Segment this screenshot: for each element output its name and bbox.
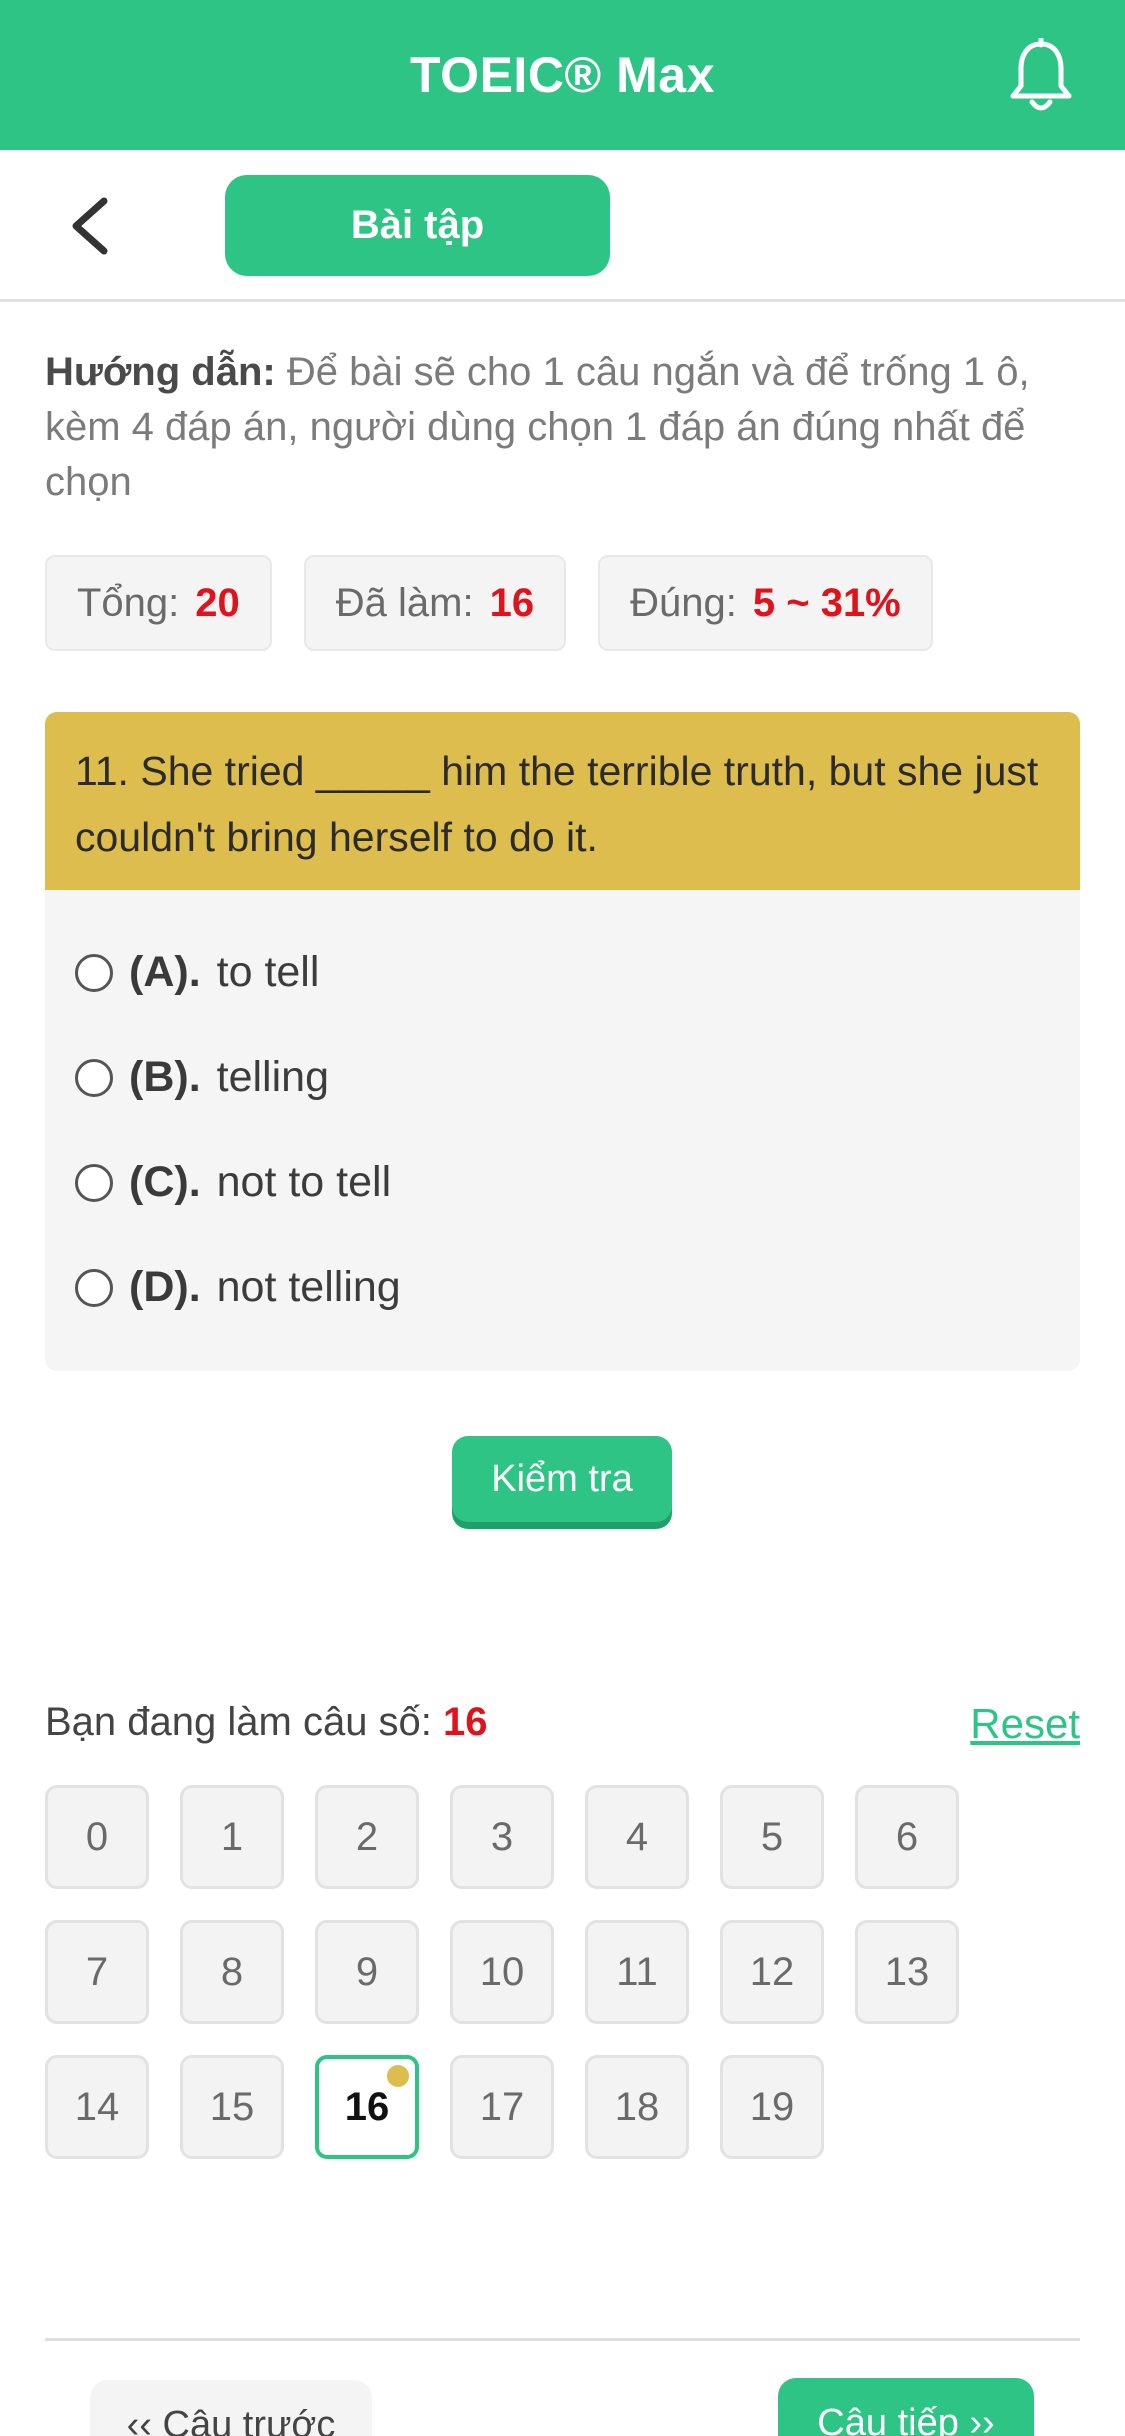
option-c[interactable]: (C). not to tell: [45, 1130, 1080, 1235]
stat-done: Đã làm: 16: [303, 555, 567, 651]
question-number: 13: [884, 1949, 930, 1994]
question-grid: 0 1 2 3 4 5 6 7 8 9 10 11 12 13 14 15 16 17 18 19: [45, 1785, 1045, 2159]
reset-link[interactable]: Reset: [970, 1700, 1080, 1748]
question-number-button[interactable]: 13: [855, 1920, 959, 2024]
question-number: 14: [74, 2084, 120, 2129]
radio-button[interactable]: [75, 1268, 113, 1307]
question-number-button[interactable]: 10: [450, 1920, 554, 2024]
question-number: 6: [895, 1814, 919, 1859]
question-number-button[interactable]: 7: [45, 1920, 149, 2024]
stat-done-label: Đã làm:: [335, 580, 474, 625]
question-number-button[interactable]: 14: [45, 2055, 149, 2159]
question-number: 8: [220, 1949, 244, 1994]
question-number: 16: [344, 2084, 390, 2129]
option-key: (A).: [129, 948, 201, 996]
question-number-button[interactable]: 9: [315, 1920, 419, 2024]
option-a[interactable]: (A). to tell: [45, 920, 1080, 1025]
question-number-button[interactable]: 6: [855, 1785, 959, 1889]
question-number-button[interactable]: 1: [180, 1785, 284, 1889]
stat-done-value: 16: [489, 580, 535, 625]
app-header: TOEIC® Max: [0, 0, 1125, 150]
question-number: 4: [625, 1814, 649, 1859]
check-button[interactable]: Kiểm tra: [452, 1436, 672, 1522]
question-number: 0: [85, 1814, 109, 1859]
option-text: to tell: [216, 948, 320, 996]
app-title: TOEIC® Max: [410, 47, 715, 103]
question-number: 3: [490, 1814, 514, 1859]
exercise-tab-button[interactable]: Bài tập: [225, 175, 610, 276]
question-number: 1: [220, 1814, 244, 1859]
current-indicator-dot: [387, 2065, 409, 2087]
question-number: 9: [355, 1949, 379, 1994]
question-number-button[interactable]: 11: [585, 1920, 689, 2024]
question-number-button[interactable]: 0: [45, 1785, 149, 1889]
option-key: (C).: [129, 1158, 201, 1206]
next-question-button[interactable]: Câu tiếp ››: [778, 2378, 1034, 2436]
question-number: 10: [479, 1949, 525, 1994]
question-number-button[interactable]: 3: [450, 1785, 554, 1889]
radio-button[interactable]: [75, 1058, 113, 1097]
question-number: 15: [209, 2084, 255, 2129]
stat-total: Tổng: 20: [45, 555, 272, 651]
divider: [45, 2338, 1080, 2341]
stat-total-label: Tổng:: [77, 580, 180, 625]
option-d[interactable]: (D). not telling: [45, 1235, 1080, 1340]
question-number: 11: [616, 1949, 658, 1994]
option-key: (D).: [129, 1263, 201, 1311]
stat-correct-label: Đúng:: [630, 580, 737, 625]
stat-correct: Đúng: 5 ~ 31%: [598, 555, 933, 651]
question-text: 11. She tried _____ him the terrible tru…: [45, 712, 1080, 890]
chevron-left-icon[interactable]: [66, 195, 116, 257]
question-number-button[interactable]: 5: [720, 1785, 824, 1889]
question-number-button[interactable]: 2: [315, 1785, 419, 1889]
question-number: 17: [479, 2084, 525, 2129]
stat-correct-value: 5 ~ 31%: [752, 580, 901, 625]
current-question-number: 16: [443, 1700, 488, 1744]
question-number-button[interactable]: 12: [720, 1920, 824, 2024]
option-text: telling: [216, 1053, 329, 1101]
question-number-button[interactable]: 17: [450, 2055, 554, 2159]
current-question-label: Bạn đang làm câu số: 16: [45, 1700, 488, 1745]
question-number: 2: [355, 1814, 379, 1859]
question-number-button[interactable]: 4: [585, 1785, 689, 1889]
radio-button[interactable]: [75, 953, 113, 992]
bell-icon[interactable]: [1007, 38, 1075, 114]
radio-button[interactable]: [75, 1163, 113, 1202]
question-number-button[interactable]: 15: [180, 2055, 284, 2159]
option-key: (B).: [129, 1053, 201, 1101]
previous-question-button[interactable]: ‹‹ Câu trước: [90, 2380, 372, 2436]
question-number-button[interactable]: 8: [180, 1920, 284, 2024]
question-number-button[interactable]: 18: [585, 2055, 689, 2159]
question-number: 19: [749, 2084, 795, 2129]
question-number: 7: [85, 1949, 109, 1994]
option-b[interactable]: (B). telling: [45, 1025, 1080, 1130]
stat-total-value: 20: [195, 580, 240, 625]
question-number: 18: [614, 2084, 660, 2129]
question-number-button[interactable]: 16: [315, 2055, 419, 2159]
answer-options: (A). to tell (B). telling (C). not to te…: [45, 890, 1080, 1340]
sub-toolbar: Bài tập: [0, 150, 1125, 302]
question-number: 5: [760, 1814, 784, 1859]
question-card: 11. She tried _____ him the terrible tru…: [45, 712, 1080, 1371]
stats-row: Tổng: 20 Đã làm: 16 Đúng: 5 ~ 31%: [45, 555, 933, 651]
question-number: 12: [749, 1949, 795, 1994]
current-question-text: Bạn đang làm câu số:: [45, 1700, 432, 1744]
option-text: not to tell: [216, 1158, 392, 1206]
instructions: Hướng dẫn: Để bài sẽ cho 1 câu ngắn và đ…: [45, 345, 1085, 510]
question-number-button[interactable]: 19: [720, 2055, 824, 2159]
option-text: not telling: [216, 1263, 401, 1311]
instructions-label: Hướng dẫn:: [45, 350, 276, 394]
